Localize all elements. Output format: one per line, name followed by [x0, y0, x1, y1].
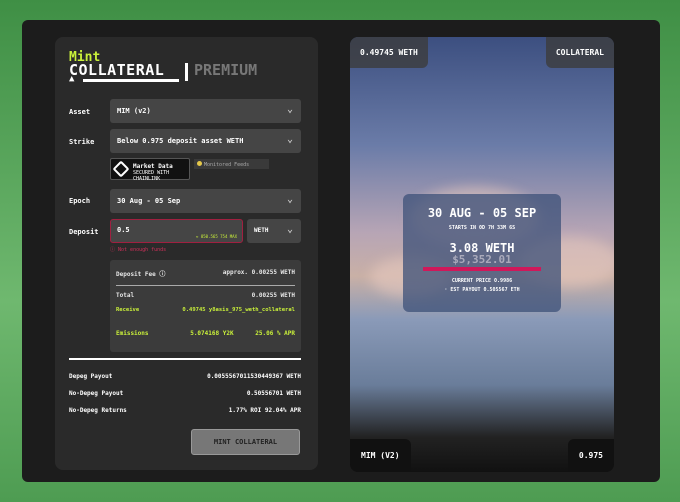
epoch-label: Epoch: [69, 197, 91, 205]
mint-collateral-button[interactable]: MINT COLLATERAL: [191, 429, 300, 455]
error-message: ⓘ Not enough funds: [110, 247, 167, 253]
chainlink-title: Market Data: [133, 163, 173, 170]
card-usd: $5,352.01: [452, 253, 512, 266]
strike-label: Strike: [69, 138, 95, 146]
chevron-down-icon: ⌄: [286, 224, 293, 235]
tab-premium[interactable]: PREMIUM: [194, 61, 257, 79]
deposit-max[interactable]: ≈ 850.565 754 MAX: [196, 234, 237, 239]
strike-select[interactable]: Below 0.975 deposit asset WETH ⌄: [110, 129, 301, 153]
red-bar: [423, 267, 541, 271]
fee-box: Deposit Fee ⓘ approx. 0.00255 WETH Total 0…: [110, 260, 301, 352]
epoch-countdown: STARTS IN 0D 7H 33M 6S: [448, 225, 516, 231]
chainlink-badge[interactable]: Market Data SECURED WITH CHAINLINK: [110, 158, 190, 182]
epoch-card: 30 AUG - 05 SEP STARTS IN 0D 7H 33M 6S 3…: [403, 194, 561, 312]
monitored-feeds[interactable]: Monitored Feeds: [194, 159, 269, 169]
chainlink-sub: SECURED WITH CHAINLINK: [133, 170, 170, 182]
epoch-select[interactable]: 30 Aug - 05 Sep ⌄: [110, 189, 301, 213]
chevron-down-icon: ⌄: [286, 104, 293, 115]
strike-value: Below 0.975 deposit asset WETH: [117, 137, 244, 145]
deposit-value: 0.5: [117, 226, 130, 234]
asset-select[interactable]: MIM (v2) ⌄: [110, 99, 301, 123]
summary-row: No-Depeg Payout 0.50556701 WETH: [69, 390, 301, 397]
info-icon[interactable]: ⓘ: [159, 271, 165, 278]
deposit-asset-select[interactable]: WETH ⌄: [247, 219, 301, 243]
caret-up-icon: ▲: [69, 74, 75, 84]
preview-type: COLLATERAL: [545, 37, 614, 68]
preview-strike: 0.975: [567, 439, 614, 472]
receive-label: Receive: [116, 307, 140, 313]
active-tab-underline: [83, 79, 179, 82]
receive-value: 0.49745 y8asis_975_weth_collateral: [182, 307, 295, 313]
monitored-text: Monitored Feeds: [204, 162, 250, 168]
emissions-value: 5.074168 Y2K: [190, 330, 234, 337]
asset-value: MIM (v2): [117, 107, 151, 115]
status-dot-icon: [197, 161, 202, 166]
chevron-down-icon: ⌄: [286, 134, 293, 145]
deposit-fee-value: approx. 0.00255 WETH: [222, 269, 295, 276]
deposit-fee-label: Deposit Fee ⓘ: [116, 271, 166, 278]
deposit-asset: WETH: [254, 227, 269, 234]
summary-row: Depeg Payout 0.0055567011530449367 WETH: [69, 373, 301, 380]
total-label: Total: [116, 292, 135, 299]
mint-form-panel: Mint COLLATERAL ▲ PREMIUM Asset MIM (v2)…: [55, 37, 318, 470]
emissions-apr: 25.06 % APR: [255, 330, 295, 337]
divider: [116, 285, 295, 286]
summary-row: No-Depeg Returns 1.77% ROI 92.04% APR: [69, 407, 301, 414]
est-payout: · EST PAYOUT 0.505567 ETH: [444, 287, 520, 293]
deposit-label: Deposit: [69, 228, 99, 236]
preview-asset: MIM (V2): [350, 439, 411, 472]
chainlink-icon: [112, 160, 130, 178]
error-text: Not enough funds: [118, 247, 167, 253]
emissions-label: Emissions: [116, 330, 149, 337]
divider: [185, 63, 188, 81]
total-value: 0.00255 WETH: [251, 292, 295, 299]
preview-card: 0.49745 WETH COLLATERAL 30 AUG - 05 SEP …: [350, 37, 614, 472]
tab-collateral[interactable]: COLLATERAL: [69, 61, 164, 79]
current-price: CURRENT PRICE 0.9986: [451, 278, 513, 284]
epoch-value: 30 Aug - 05 Sep: [117, 197, 181, 205]
preview-amount: 0.49745 WETH: [350, 37, 428, 68]
divider: [69, 358, 301, 360]
asset-label: Asset: [69, 108, 91, 116]
chevron-down-icon: ⌄: [286, 194, 293, 205]
epoch-dates: 30 AUG - 05 SEP: [427, 206, 537, 220]
deposit-input[interactable]: ≈ 850.565 754 MAX 0.5: [110, 219, 243, 243]
